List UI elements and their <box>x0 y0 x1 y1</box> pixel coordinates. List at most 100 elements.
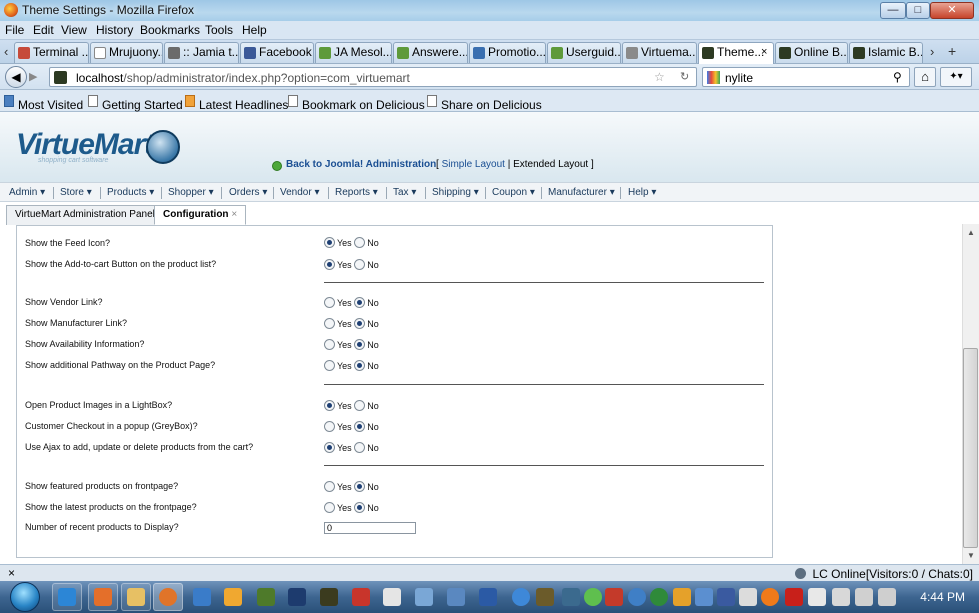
menu-file[interactable]: File <box>5 23 24 37</box>
pdf-icon[interactable] <box>352 588 370 606</box>
tab-admin-panel[interactable]: VirtueMart Administration Panel <box>6 205 164 225</box>
tray-icon[interactable] <box>761 588 779 606</box>
menu-tools[interactable]: Tools <box>205 23 233 37</box>
menu-edit[interactable]: Edit <box>33 23 54 37</box>
search-input[interactable]: nylite <box>725 71 753 85</box>
radio-no[interactable] <box>354 502 366 513</box>
tray-icon[interactable] <box>512 588 530 606</box>
vm-menu-products[interactable]: Products ▾ <box>107 187 154 198</box>
browser-tab[interactable]: Userguid... <box>547 42 621 63</box>
radio-yes[interactable] <box>324 421 335 432</box>
radio-no[interactable] <box>354 421 366 432</box>
tab-close-icon[interactable]: × <box>231 209 237 220</box>
radio-no[interactable] <box>354 259 366 270</box>
app-icon[interactable] <box>415 588 433 606</box>
app-icon[interactable] <box>479 588 497 606</box>
url-bar[interactable]: localhost/shop/administrator/index.php?o… <box>49 67 697 87</box>
vm-menu-coupon[interactable]: Coupon ▾ <box>492 187 535 198</box>
maximize-button[interactable]: □ <box>906 2 930 19</box>
extended-layout-link[interactable]: Extended Layout <box>513 159 588 170</box>
bookmark-most-visited[interactable]: Most Visited <box>4 94 83 112</box>
tray-icon[interactable] <box>628 588 646 606</box>
radio-yes[interactable] <box>324 400 335 411</box>
radio-no[interactable] <box>354 400 366 411</box>
vm-menu-shipping[interactable]: Shipping ▾ <box>432 187 479 198</box>
app-icon[interactable] <box>320 588 338 606</box>
search-icon[interactable]: ⚲ <box>893 70 902 84</box>
photoshop-icon[interactable] <box>288 588 306 606</box>
status-close-icon[interactable]: × <box>8 566 15 580</box>
start-button[interactable] <box>10 582 40 612</box>
browser-tab[interactable]: Terminal ... <box>14 42 89 63</box>
dreamweaver-icon[interactable] <box>257 588 275 606</box>
menu-view[interactable]: View <box>61 23 87 37</box>
app-icon[interactable] <box>447 588 465 606</box>
scroll-down-icon[interactable]: ▼ <box>967 551 975 560</box>
tray-icon[interactable] <box>605 588 623 606</box>
app-icon[interactable] <box>193 588 211 606</box>
bluetooth-icon[interactable] <box>739 588 757 606</box>
reload-icon[interactable]: ↻ <box>680 70 689 83</box>
bookmark-share-delicious[interactable]: Share on Delicious <box>427 94 542 112</box>
tab-close-icon[interactable]: × <box>761 43 767 62</box>
tray-icon[interactable] <box>717 588 735 606</box>
scroll-up-icon[interactable]: ▲ <box>967 228 975 237</box>
browser-tab[interactable]: JA Mesol... <box>315 42 392 63</box>
scrollbar-thumb[interactable] <box>963 348 978 548</box>
vm-menu-store[interactable]: Store ▾ <box>60 187 92 198</box>
tray-icon[interactable] <box>584 588 602 606</box>
radio-no[interactable] <box>354 297 366 308</box>
vm-menu-reports[interactable]: Reports ▾ <box>335 187 378 198</box>
radio-no[interactable] <box>354 360 366 371</box>
volume-icon[interactable] <box>832 588 850 606</box>
back-to-joomla-link[interactable]: Back to Joomla! Administration <box>286 159 436 170</box>
radio-yes[interactable] <box>324 237 335 248</box>
simple-layout-link[interactable]: Simple Layout <box>442 159 505 170</box>
vm-menu-shopper[interactable]: Shopper ▾ <box>168 187 214 198</box>
radio-yes[interactable] <box>324 259 335 270</box>
radio-yes[interactable] <box>324 297 335 308</box>
forward-button[interactable]: ▶ <box>29 70 37 83</box>
bookmark-star-icon[interactable]: ☆ <box>654 70 665 84</box>
radio-yes[interactable] <box>324 360 335 371</box>
app-icon[interactable] <box>224 588 242 606</box>
bookmark-getting-started[interactable]: Getting Started <box>88 94 183 112</box>
tray-icon[interactable] <box>673 588 691 606</box>
browser-tab-active[interactable]: Theme... × <box>698 42 774 64</box>
radio-no[interactable] <box>354 237 366 248</box>
live-chat-status[interactable]: LC Online[Visitors:0 / Chats:0] <box>795 567 973 581</box>
power-icon[interactable] <box>878 588 896 606</box>
close-button[interactable]: ✕ <box>930 2 974 19</box>
browser-tab[interactable]: Mrujuony... <box>90 42 163 63</box>
tray-icon[interactable] <box>650 588 668 606</box>
tab-scroll-right-icon[interactable]: › <box>930 44 934 59</box>
bookmark-latest-headlines[interactable]: Latest Headlines <box>185 94 288 112</box>
tray-icon[interactable] <box>695 588 713 606</box>
browser-tab[interactable]: Islamic B... <box>849 42 923 63</box>
tab-scroll-left-icon[interactable]: ‹ <box>4 44 8 59</box>
new-tab-button[interactable]: + <box>948 43 956 59</box>
vm-menu-vendor[interactable]: Vendor ▾ <box>280 187 320 198</box>
vm-menu-tax[interactable]: Tax ▾ <box>393 187 416 198</box>
menu-history[interactable]: History <box>96 23 133 37</box>
bookmark-delicious[interactable]: Bookmark on Delicious <box>288 94 425 112</box>
recent-products-input[interactable] <box>324 522 416 534</box>
radio-yes[interactable] <box>324 318 335 329</box>
flag-icon[interactable] <box>808 588 826 606</box>
app-icon[interactable] <box>383 588 401 606</box>
menu-help[interactable]: Help <box>242 23 267 37</box>
home-button[interactable]: ⌂ <box>914 67 936 87</box>
tray-icon[interactable] <box>562 588 580 606</box>
radio-yes[interactable] <box>324 339 335 350</box>
browser-tab[interactable]: Answere... <box>393 42 468 63</box>
ati-icon[interactable] <box>785 588 803 606</box>
radio-no[interactable] <box>354 318 366 329</box>
minimize-button[interactable]: — <box>880 2 906 19</box>
radio-no[interactable] <box>354 481 366 492</box>
radio-no[interactable] <box>354 442 366 453</box>
menu-bookmarks[interactable]: Bookmarks <box>140 23 200 37</box>
tab-configuration[interactable]: Configuration × <box>154 205 247 225</box>
back-button[interactable]: ◀ <box>5 66 27 88</box>
vm-menu-admin[interactable]: Admin ▾ <box>9 187 45 198</box>
addon-button[interactable]: ✦▾ <box>940 67 972 87</box>
